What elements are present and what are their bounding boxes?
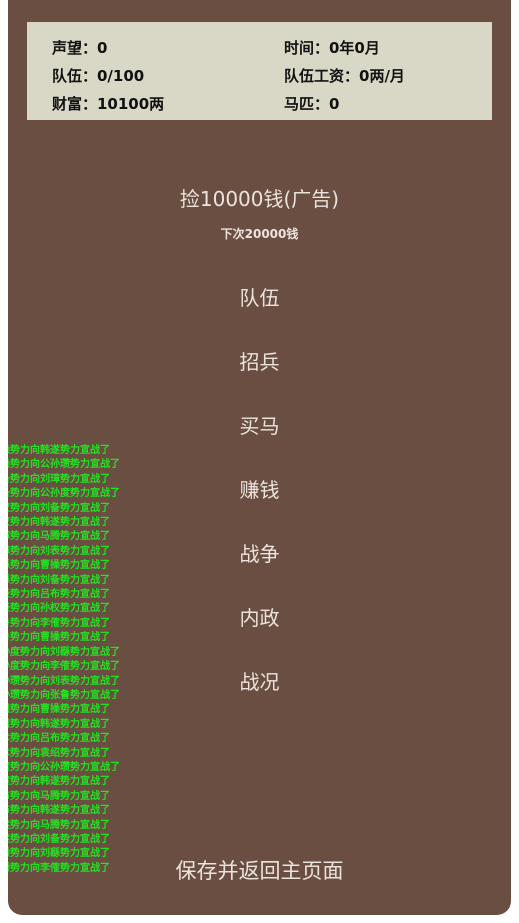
stat-horses: 马匹：0 (284, 95, 340, 113)
log-line: 孙瓒势力向刘表势力宣战了 (8, 675, 120, 687)
log-line: 鲁势力向曹操势力宣战了 (8, 632, 110, 644)
log-line: 术势力向袁绍势力宣战了 (8, 747, 110, 759)
ad-money-button[interactable]: 捡10000钱(广告) (8, 183, 511, 212)
log-line: 布势力向韩遂势力宣战了 (8, 805, 110, 817)
log-line: 璋势力向刘表势力宣战了 (8, 545, 110, 557)
stat-time: 时间：0年0月 (284, 39, 380, 57)
stat-troops: 队伍：0/100 (52, 67, 145, 85)
stat-wages: 队伍工资：0两/月 (284, 67, 405, 85)
log-line: 鲁势力向李傕势力宣战了 (8, 617, 110, 629)
log-line: 傕势力向韩遂势力宣战了 (8, 776, 110, 788)
log-line: 权势力向刘备势力宣战了 (8, 502, 110, 514)
log-line: 孙瓒势力向张鲁势力宣战了 (8, 689, 120, 701)
log-line: 表势力向吕布势力宣战了 (8, 589, 110, 601)
log-line: 绍势力向韩遂势力宣战了 (8, 718, 110, 730)
log-line: 表势力向孙权势力宣战了 (8, 603, 110, 615)
war-log: 操势力向韩遂势力宣战了 操势力向公孙瓒势力宣战了 备势力向刘璋势力宣战了 备势力向公孙… (8, 444, 160, 876)
log-line: 遂势力向刘备势力宣战了 (8, 833, 110, 845)
menu-buy-horses-button[interactable]: 买马 (8, 410, 511, 439)
log-line: 傕势力向公孙瓒势力宣战了 (8, 761, 120, 773)
stat-wealth: 财富：10100两 (52, 95, 165, 113)
menu-recruit-button[interactable]: 招兵 (8, 346, 511, 375)
save-and-return-button[interactable]: 保存并返回主页面 (8, 855, 511, 885)
game-screen: 声望：0 时间：0年0月 队伍：0/100 队伍工资：0两/月 财富：10100… (8, 0, 511, 915)
stat-reputation: 声望：0 (52, 39, 108, 57)
log-line: 备势力向公孙度势力宣战了 (8, 488, 120, 500)
log-line: 绍势力向曹操势力宣战了 (8, 704, 110, 716)
log-line: 孙度势力向李傕势力宣战了 (8, 661, 120, 673)
log-line: 璋势力向马腾势力宣战了 (8, 531, 110, 543)
log-line: 权势力向韩遂势力宣战了 (8, 517, 110, 529)
stats-panel: 声望：0 时间：0年0月 队伍：0/100 队伍工资：0两/月 财富：10100… (27, 22, 492, 120)
menu-troops-button[interactable]: 队伍 (8, 282, 511, 311)
log-line: 术势力向吕布势力宣战了 (8, 733, 110, 745)
next-reward-note: 下次20000钱 (220, 227, 299, 241)
log-line: 操势力向韩遂势力宣战了 (8, 445, 110, 456)
log-line: 孙度势力向刘繇势力宣战了 (8, 646, 120, 658)
log-line: 布势力向马腾势力宣战了 (8, 790, 110, 802)
log-line: 操势力向公孙瓒势力宣战了 (8, 459, 120, 471)
log-line: 繇势力向刘备势力宣战了 (8, 574, 110, 586)
log-line: 遂势力向马腾势力宣战了 (8, 819, 110, 831)
log-line: 繇势力向曹操势力宣战了 (8, 560, 110, 572)
log-line: 备势力向刘璋势力宣战了 (8, 473, 110, 485)
